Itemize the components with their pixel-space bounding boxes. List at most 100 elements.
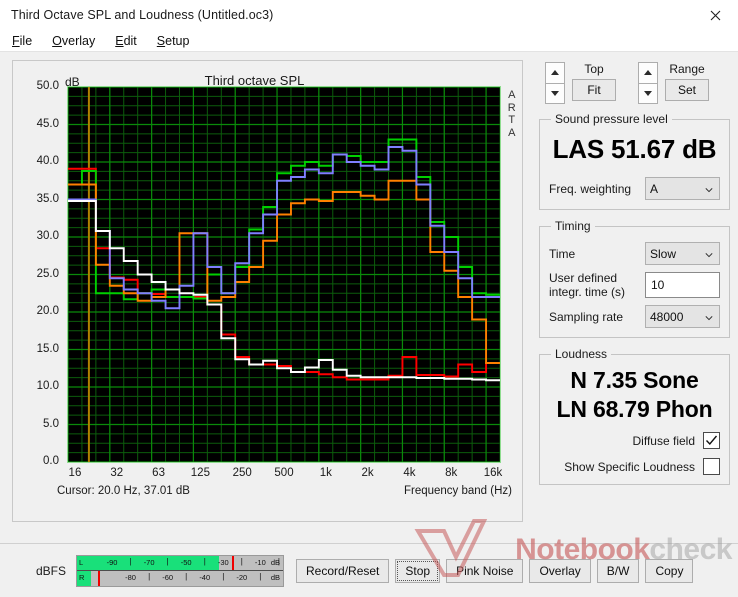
meter-tick-label: -80 xyxy=(125,573,136,582)
bottom-bar: dBFS L dB -90 | -70 | -50 | -30 | -10 | R dB -80 |… xyxy=(0,519,738,597)
chevron-down-icon xyxy=(705,253,713,258)
meter-channel-left: L xyxy=(79,557,84,567)
meter-tick-mark: | xyxy=(277,556,280,566)
freq-weighting-label: Freq. weighting xyxy=(549,181,632,196)
integration-time-value: 10 xyxy=(651,278,665,292)
top-spinner-up[interactable] xyxy=(545,62,565,83)
meter-tick-label: -40 xyxy=(199,573,211,582)
cursor-readout: Cursor: 20.0 Hz, 37.01 dB xyxy=(57,485,190,497)
timing-group-label: Timing xyxy=(555,219,591,233)
loudness-sone-value: N 7.35 Sone xyxy=(570,367,699,393)
window-title: Third Octave SPL and Loudness (Untitled.… xyxy=(11,8,274,22)
x-tick-label: 63 xyxy=(152,467,165,479)
arta-watermark: ARTA xyxy=(507,89,517,139)
specific-loudness-row: Show Specific Loudness xyxy=(549,458,720,475)
x-tick-label: 2k xyxy=(361,467,374,479)
chevron-down-icon xyxy=(551,90,559,96)
check-icon xyxy=(705,435,718,446)
meter-row-right: R dB -80 | -60 | -40 | -20 | xyxy=(77,571,283,586)
y-tick-label: 20.0 xyxy=(36,305,59,317)
chevron-down-icon xyxy=(705,316,713,321)
y-tick-label: 5.0 xyxy=(43,417,59,430)
y-tick-label: 25.0 xyxy=(36,267,59,280)
meter-peak-right xyxy=(97,571,100,586)
x-tick-label: 8k xyxy=(445,467,458,479)
meter-tick-label: -90 xyxy=(106,557,118,567)
specific-loudness-checkbox[interactable] xyxy=(703,458,720,475)
set-button[interactable]: Set xyxy=(665,79,709,101)
spl-plot[interactable] xyxy=(67,86,501,463)
x-axis-title: Frequency band (Hz) xyxy=(403,485,512,497)
chart-panel: dB Third octave SPL ARTA 0.0 5.0 10.0 15.0 2… xyxy=(0,52,535,543)
button-copy[interactable]: Copy xyxy=(645,558,694,583)
close-icon[interactable] xyxy=(692,0,738,30)
meter-tick-label: -20 xyxy=(236,573,248,582)
freq-weighting-field: Freq. weighting A xyxy=(549,177,720,200)
freq-weighting-value: A xyxy=(650,181,659,196)
meter-tick-label: -10 xyxy=(254,557,266,567)
meter-tick-label: -60 xyxy=(162,573,174,582)
time-field: Time Slow xyxy=(549,242,720,265)
button-record-reset[interactable]: Record/Reset xyxy=(296,558,390,583)
meter-row-left: L dB -90 | -70 | -50 | -30 | -10 | xyxy=(77,555,284,571)
integration-time-input[interactable]: 10 xyxy=(645,272,720,298)
diffuse-field-label: Diffuse field xyxy=(632,433,695,448)
time-select[interactable]: Slow xyxy=(645,242,720,265)
meter-channel-right: R xyxy=(79,573,85,582)
integration-time-field: User defined integr. time (s) 10 xyxy=(549,271,720,299)
integration-time-label: User defined integr. time (s) xyxy=(549,271,645,299)
main-area: dB Third octave SPL ARTA 0.0 5.0 10.0 15.0 2… xyxy=(0,52,738,543)
diffuse-field-checkbox[interactable] xyxy=(703,432,720,449)
menu-bar: File Overlay Edit Setup xyxy=(0,30,738,52)
sampling-rate-select[interactable]: 48000 xyxy=(645,305,720,328)
loudness-group: Loudness N 7.35 Sone LN 68.79 Phon Diffu… xyxy=(539,347,730,485)
range-spinner[interactable] xyxy=(638,62,658,104)
chart-frame: dB Third octave SPL ARTA 0.0 5.0 10.0 15.0 2… xyxy=(12,60,523,522)
meter-unit-right: dB xyxy=(270,573,281,582)
menu-item-file[interactable]: File xyxy=(10,33,34,49)
meter-tick-mark: | xyxy=(185,572,188,581)
y-tick-label: 35.0 xyxy=(36,192,59,205)
range-label: Range xyxy=(669,62,705,76)
spl-group-label: Sound pressure level xyxy=(555,112,668,126)
sampling-rate-value: 48000 xyxy=(650,309,684,324)
sampling-rate-field: Sampling rate 48000 xyxy=(549,305,720,328)
button-b-w[interactable]: B/W xyxy=(596,558,640,583)
menu-item-overlay-rest: verlay xyxy=(61,33,96,48)
menu-item-setup[interactable]: Setup xyxy=(155,33,192,49)
meter-tick-mark: | xyxy=(148,572,151,581)
top-spinner-down[interactable] xyxy=(545,82,565,104)
time-label: Time xyxy=(549,246,576,261)
sound-pressure-level-group: Sound pressure level LAS 51.67 dB Freq. … xyxy=(539,112,730,210)
meter-tick-mark: | xyxy=(203,556,206,566)
y-tick-label: 15.0 xyxy=(36,342,59,355)
range-spinner-down[interactable] xyxy=(638,82,658,104)
top-spinner[interactable] xyxy=(545,62,565,104)
diffuse-field-row: Diffuse field xyxy=(549,432,720,449)
x-tick-label: 32 xyxy=(110,467,124,479)
chevron-down-icon xyxy=(644,90,652,96)
x-tick-label: 125 xyxy=(190,467,210,479)
menu-item-edit[interactable]: Edit xyxy=(113,33,139,49)
range-spinner-up[interactable] xyxy=(638,62,658,83)
spl-value: LAS 51.67 dB xyxy=(552,134,717,164)
button-pink-noise[interactable]: Pink Noise xyxy=(446,558,524,583)
freq-weighting-select[interactable]: A xyxy=(645,177,720,200)
x-tick-label: 16k xyxy=(483,467,503,479)
meter-tick-mark: | xyxy=(166,556,169,566)
time-value: Slow xyxy=(650,246,677,261)
fit-button[interactable]: Fit xyxy=(572,79,616,101)
menu-item-overlay[interactable]: Overlay xyxy=(50,33,97,49)
button-stop[interactable]: Stop xyxy=(395,558,441,583)
meter-tick-mark: | xyxy=(222,572,225,581)
top-control-group: Top Fit xyxy=(545,62,616,104)
transport-buttons: Record/Reset Stop Pink Noise Overlay B/W Copy xyxy=(296,558,694,583)
dbfs-label: dBFS xyxy=(36,563,67,578)
chevron-up-icon xyxy=(551,70,559,76)
meter-tick-mark: | xyxy=(129,556,132,566)
x-tick-label: 16 xyxy=(68,467,82,479)
meter-tick-mark: | xyxy=(259,572,262,581)
button-overlay[interactable]: Overlay xyxy=(529,558,591,583)
integration-time-label-line2: integr. time (s) xyxy=(549,285,626,299)
y-axis-labels: 0.0 5.0 10.0 15.0 20.0 25.0 30.0 35.0 40.0 45.0 50… xyxy=(13,79,65,471)
